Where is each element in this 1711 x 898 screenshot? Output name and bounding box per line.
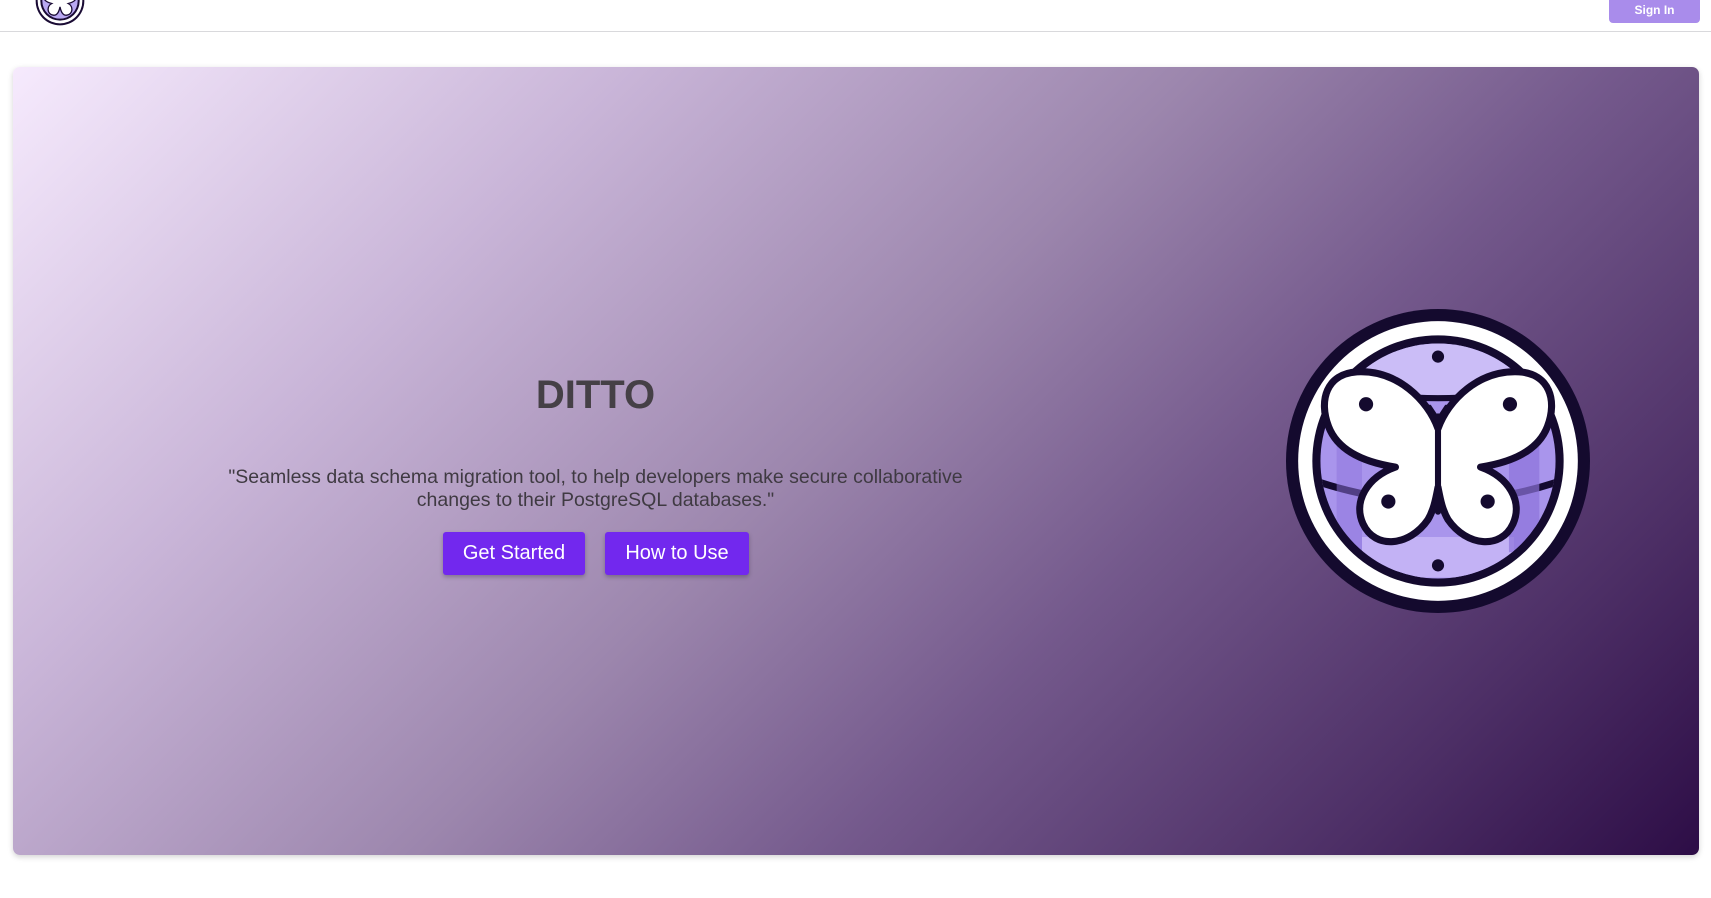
how-to-use-button[interactable]: How to Use [605,532,749,575]
page-title: DITTO [535,373,656,417]
sign-in-button[interactable]: Sign In [1609,0,1700,23]
top-navigation-bar: Sign In [0,0,1711,32]
hero-tagline: "Seamless data schema migration tool, to… [228,466,963,511]
ditto-logo-icon[interactable] [35,0,85,26]
get-started-button[interactable]: Get Started [443,532,585,575]
butterfly-database-logo-icon [1286,309,1590,613]
